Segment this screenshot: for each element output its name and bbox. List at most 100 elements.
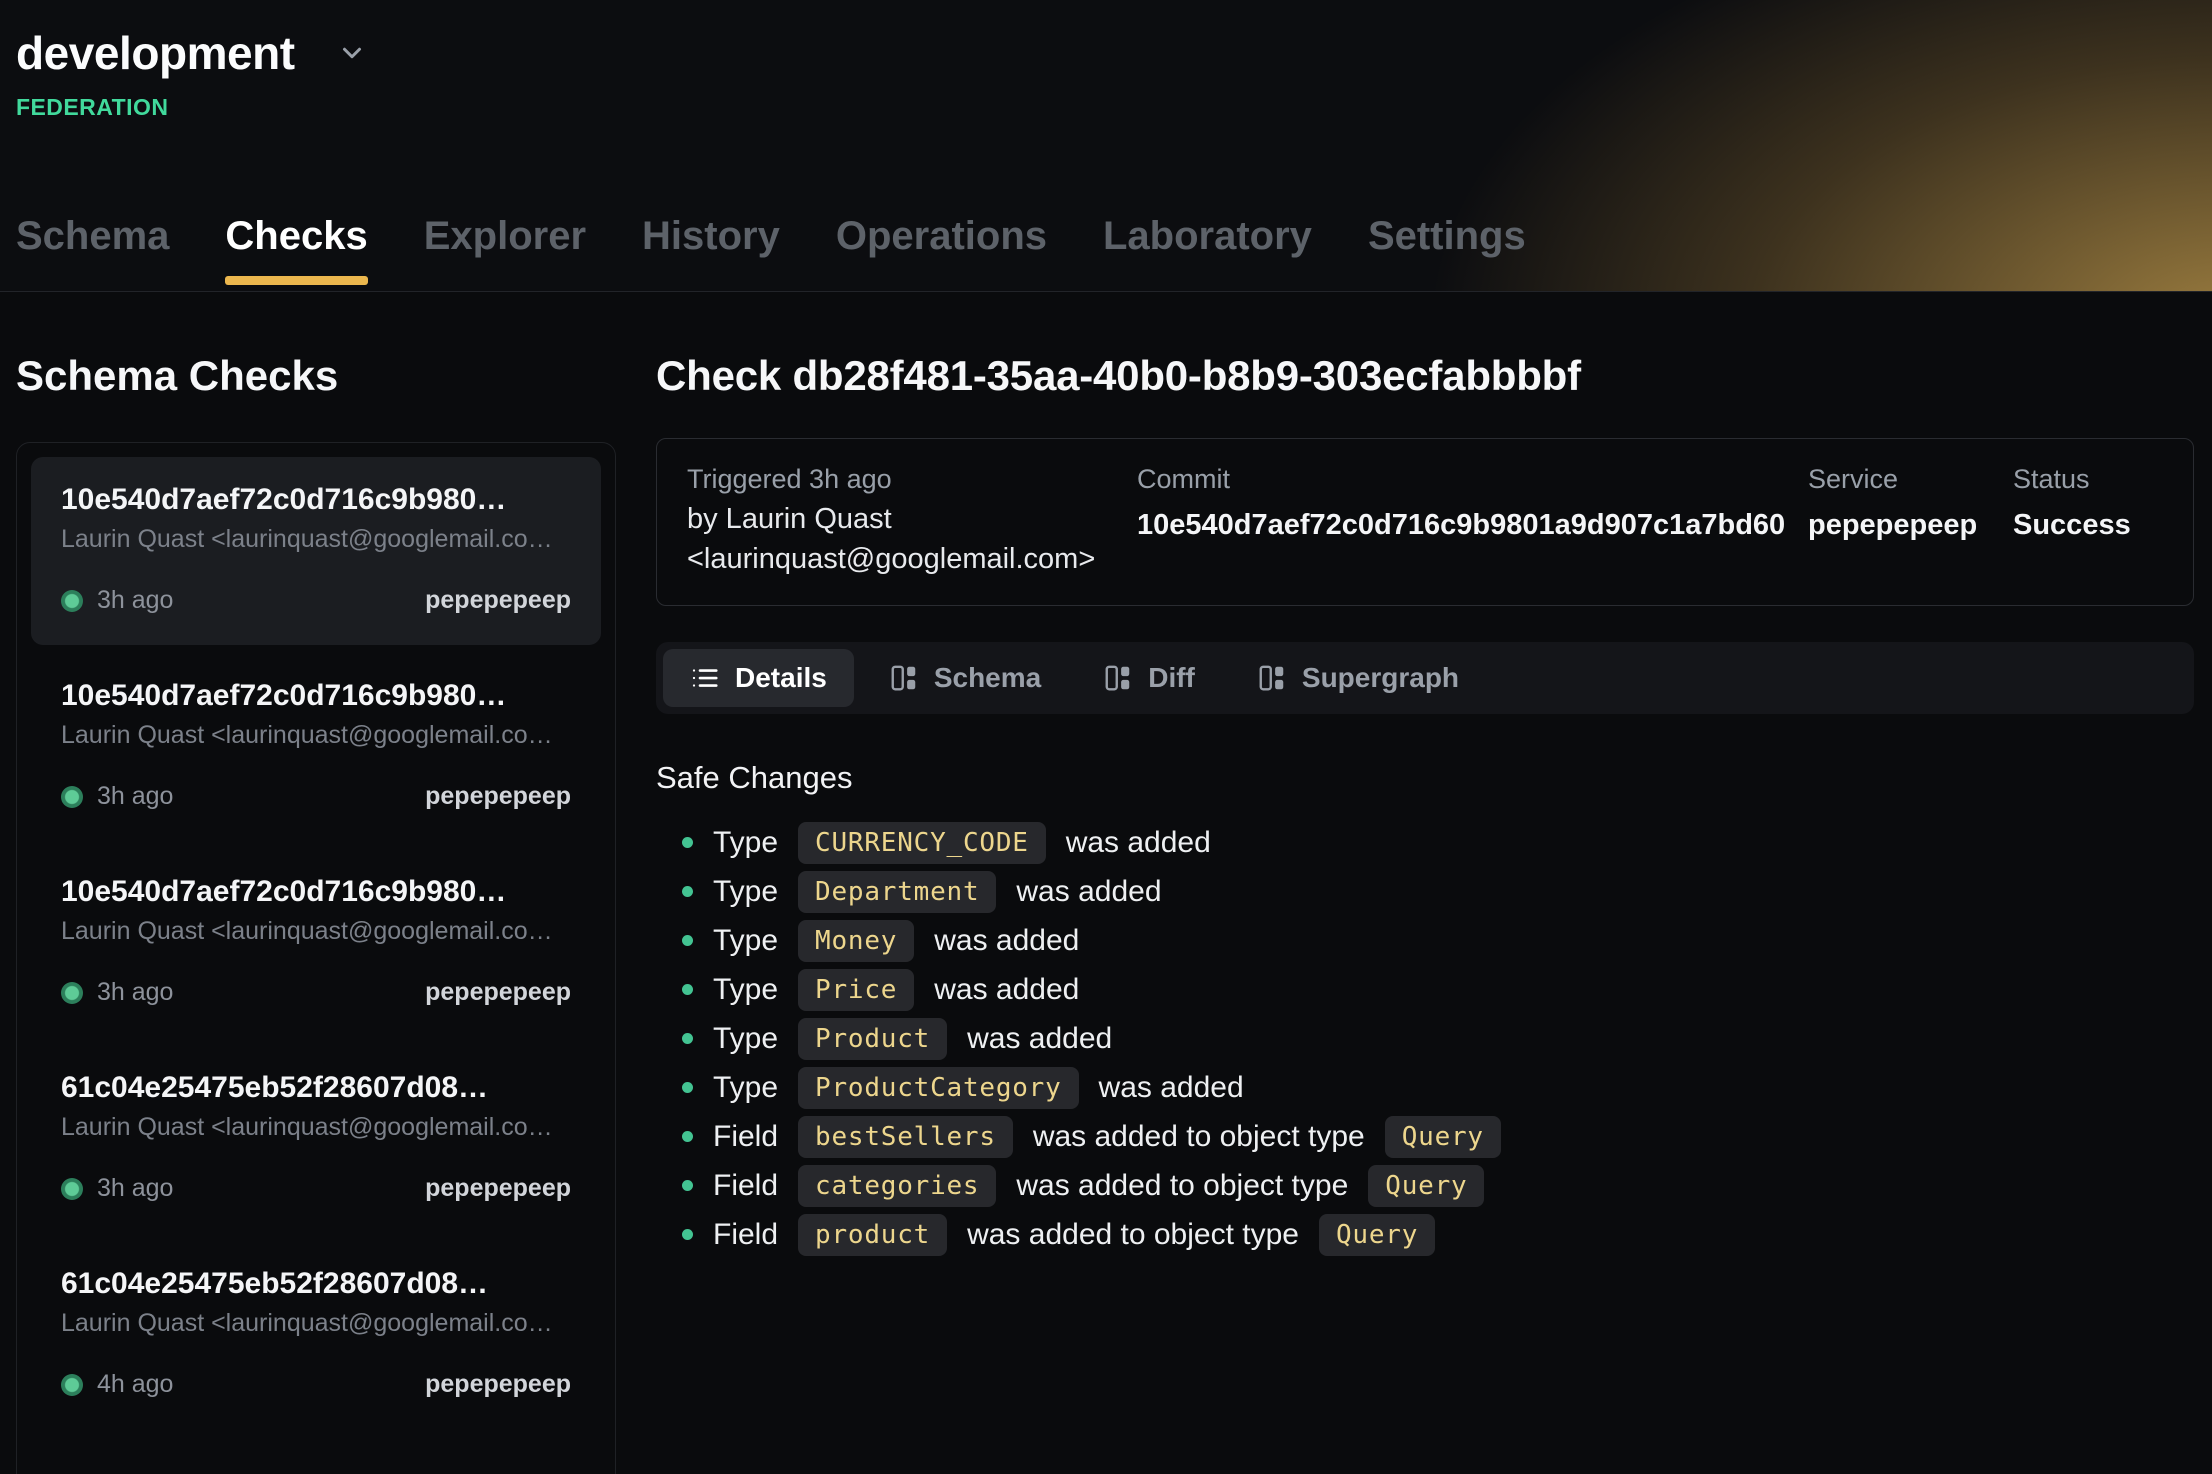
bullet-icon: [682, 984, 693, 995]
change-kind: Type: [713, 1022, 778, 1056]
bullet-icon: [682, 935, 693, 946]
project-title: development: [16, 26, 295, 80]
chevron-down-icon[interactable]: [337, 38, 367, 68]
tab-schema[interactable]: Schema: [862, 649, 1068, 707]
bullet-icon: [682, 837, 693, 848]
check-time: 3h ago: [97, 782, 173, 811]
check-list: 10e540d7aef72c0d716c9b980… Laurin Quast …: [16, 442, 616, 1474]
change-row: Field categories was added to object typ…: [656, 1165, 2194, 1207]
change-type-chip: Query: [1385, 1116, 1501, 1158]
service-value: pepepepeep: [1808, 505, 2013, 545]
change-row: Type CURRENCY_CODE was added: [656, 822, 2194, 864]
change-code-chip: product: [798, 1214, 947, 1256]
change-code-chip: CURRENCY_CODE: [798, 822, 1046, 864]
change-text: was added: [1099, 1071, 1244, 1105]
check-list-item[interactable]: 10e540d7aef72c0d716c9b980… Laurin Quast …: [31, 849, 601, 1037]
nav-tab-operations[interactable]: Operations: [836, 214, 1047, 291]
change-kind: Type: [713, 1071, 778, 1105]
main-nav: Schema Checks Explorer History Operation…: [16, 214, 1526, 291]
bullet-icon: [682, 1082, 693, 1093]
tab-label: Diff: [1148, 662, 1195, 694]
check-author: Laurin Quast <laurinquast@googlemail.co…: [61, 1309, 571, 1338]
bullet-icon: [682, 1180, 693, 1191]
status-value: Success: [2013, 505, 2163, 545]
check-list-item[interactable]: 10e540d7aef72c0d716c9b980… Laurin Quast …: [31, 653, 601, 841]
tab-label: Supergraph: [1302, 662, 1459, 694]
service-label: Service: [1808, 461, 2013, 499]
check-list-item[interactable]: 10e540d7aef72c0d716c9b980… Laurin Quast …: [31, 457, 601, 645]
change-code-chip: Money: [798, 920, 914, 962]
check-detail-panel: Check db28f481-35aa-40b0-b8b9-303ecfabbb…: [656, 292, 2196, 1474]
change-text: was added to object type: [1016, 1169, 1348, 1203]
check-author: Laurin Quast <laurinquast@googlemail.co…: [61, 525, 571, 554]
change-row: Field bestSellers was added to object ty…: [656, 1116, 2194, 1158]
change-row: Field product was added to object type Q…: [656, 1214, 2194, 1256]
change-code-chip: Department: [798, 871, 996, 913]
triggered-label: Triggered 3h ago: [687, 461, 1137, 499]
check-time: 3h ago: [97, 586, 173, 615]
meta-triggered: Triggered 3h ago by Laurin Quast <laurin…: [687, 461, 1137, 579]
check-service: pepepepeep: [425, 1174, 571, 1203]
check-service: pepepepeep: [425, 1370, 571, 1399]
nav-tab-history[interactable]: History: [642, 214, 780, 291]
check-author: Laurin Quast <laurinquast@googlemail.co…: [61, 721, 571, 750]
check-list-item[interactable]: 61c04e25475eb52f28607d08… Laurin Quast <…: [31, 1045, 601, 1233]
check-list-item[interactable]: 61c04e25475eb52f28607d08… Laurin Quast <…: [31, 1241, 601, 1429]
page-header: development FEDERATION Schema Checks Exp…: [0, 0, 2212, 292]
success-dot-icon: [61, 786, 83, 808]
check-meta-box: Triggered 3h ago by Laurin Quast <laurin…: [656, 438, 2194, 606]
change-kind: Field: [713, 1169, 778, 1203]
bullet-icon: [682, 886, 693, 897]
tab-details[interactable]: Details: [663, 649, 854, 707]
success-dot-icon: [61, 982, 83, 1004]
change-row: Type Department was added: [656, 871, 2194, 913]
change-code-chip: Product: [798, 1018, 947, 1060]
meta-status: Status Success: [2013, 461, 2163, 579]
detail-tab-strip: Details Schema: [656, 642, 2194, 714]
bullet-icon: [682, 1131, 693, 1142]
change-code-chip: ProductCategory: [798, 1067, 1079, 1109]
check-service: pepepepeep: [425, 586, 571, 615]
check-detail-title: Check db28f481-35aa-40b0-b8b9-303ecfabbb…: [656, 352, 2194, 400]
change-code-chip: categories: [798, 1165, 996, 1207]
columns-icon: [889, 663, 919, 693]
change-row: Type ProductCategory was added: [656, 1067, 2194, 1109]
change-text: was added to object type: [1033, 1120, 1365, 1154]
change-kind: Field: [713, 1218, 778, 1252]
federation-badge: FEDERATION: [16, 94, 2196, 121]
nav-tab-laboratory[interactable]: Laboratory: [1103, 214, 1312, 291]
triggered-email: <laurinquast@googlemail.com>: [687, 539, 1137, 579]
change-code-chip: bestSellers: [798, 1116, 1013, 1158]
bullet-icon: [682, 1033, 693, 1044]
tab-diff[interactable]: Diff: [1076, 649, 1222, 707]
change-row: Type Product was added: [656, 1018, 2194, 1060]
check-service: pepepepeep: [425, 978, 571, 1007]
tab-supergraph[interactable]: Supergraph: [1230, 649, 1486, 707]
check-time: 3h ago: [97, 978, 173, 1007]
check-hash: 61c04e25475eb52f28607d08…: [61, 1267, 571, 1301]
change-text: was added to object type: [967, 1218, 1299, 1252]
change-text: was added: [1066, 826, 1211, 860]
change-kind: Field: [713, 1120, 778, 1154]
check-author: Laurin Quast <laurinquast@googlemail.co…: [61, 917, 571, 946]
success-dot-icon: [61, 1178, 83, 1200]
meta-commit: Commit 10e540d7aef72c0d716c9b9801a9d907c…: [1137, 461, 1808, 579]
nav-tab-settings[interactable]: Settings: [1368, 214, 1526, 291]
nav-tab-checks[interactable]: Checks: [225, 214, 367, 291]
sidebar-title: Schema Checks: [16, 352, 616, 400]
nav-tab-schema[interactable]: Schema: [16, 214, 169, 291]
check-service: pepepepeep: [425, 782, 571, 811]
change-text: was added: [967, 1022, 1112, 1056]
schema-checks-sidebar: Schema Checks 10e540d7aef72c0d716c9b980……: [16, 292, 616, 1474]
nav-tab-explorer[interactable]: Explorer: [424, 214, 586, 291]
safe-changes-list: Type CURRENCY_CODE was added Type Depart…: [656, 822, 2194, 1256]
commit-value: 10e540d7aef72c0d716c9b9801a9d907c1a7bd60: [1137, 505, 1808, 545]
change-text: was added: [934, 973, 1079, 1007]
bullet-icon: [682, 1229, 693, 1240]
columns-icon: [1257, 663, 1287, 693]
tab-label: Details: [735, 662, 827, 694]
change-row: Type Price was added: [656, 969, 2194, 1011]
safe-changes-title: Safe Changes: [656, 760, 2194, 796]
check-time: 3h ago: [97, 1174, 173, 1203]
change-kind: Type: [713, 826, 778, 860]
